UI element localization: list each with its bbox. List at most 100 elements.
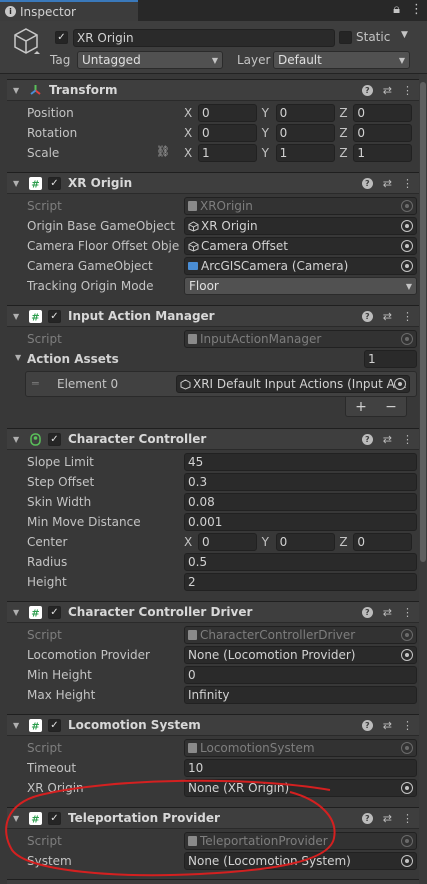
help-icon[interactable]: ? xyxy=(361,719,373,731)
axis-z-label[interactable]: Z xyxy=(339,535,353,549)
rotation-x-field[interactable]: 0 xyxy=(198,124,257,142)
position-z-field[interactable]: 0 xyxy=(353,104,413,122)
lock-icon[interactable]: 🔒︎ xyxy=(393,2,400,17)
rotation-y-field[interactable]: 0 xyxy=(275,124,335,142)
min-move-distance-field[interactable]: 0.001 xyxy=(184,513,417,531)
constrain-proportions-icon[interactable]: ⛓ xyxy=(156,145,170,158)
enabled-checkbox[interactable]: ✓ xyxy=(48,606,61,619)
gameobject-cube-icon[interactable] xyxy=(12,27,40,55)
remove-element-button[interactable]: − xyxy=(385,399,397,415)
preset-icon[interactable]: ⇄ xyxy=(383,606,392,619)
xr-origin-field[interactable]: None (XR Origin) xyxy=(184,779,417,797)
kebab-menu-icon[interactable]: ⋮ xyxy=(402,433,413,446)
rotation-z-field[interactable]: 0 xyxy=(353,124,413,142)
scale-z-field[interactable]: 1 xyxy=(353,144,413,162)
help-icon[interactable]: ? xyxy=(361,177,373,189)
foldout-arrow-icon[interactable]: ▼ xyxy=(15,353,21,362)
add-element-button[interactable]: + xyxy=(355,399,367,415)
transform-header[interactable]: ▼ Transform ? ⇄ ⋮ xyxy=(7,79,419,101)
gameobject-name-field[interactable]: XR Origin xyxy=(73,29,335,47)
scrollbar-thumb[interactable] xyxy=(420,82,426,562)
position-x-field[interactable]: 0 xyxy=(198,104,257,122)
drag-handle-icon[interactable]: ═ xyxy=(32,377,39,390)
active-checkbox[interactable]: ✓ xyxy=(55,31,68,44)
axis-y-label[interactable]: Y xyxy=(262,146,276,160)
scale-x-field[interactable]: 1 xyxy=(198,144,257,162)
axis-x-label[interactable]: X xyxy=(184,126,198,140)
foldout-arrow-icon[interactable]: ▼ xyxy=(13,179,19,188)
enabled-checkbox[interactable]: ✓ xyxy=(48,719,61,732)
object-picker-icon[interactable] xyxy=(401,260,413,272)
kebab-menu-icon[interactable]: ⋮ xyxy=(402,310,413,323)
camera-floor-offset-field[interactable]: Camera Offset xyxy=(184,237,417,255)
kebab-menu-icon[interactable]: ⋮ xyxy=(402,606,413,619)
axis-z-label[interactable]: Z xyxy=(339,106,353,120)
static-checkbox[interactable] xyxy=(339,31,352,44)
timeout-field[interactable]: 10 xyxy=(184,759,417,777)
foldout-arrow-icon[interactable]: ▼ xyxy=(13,721,19,730)
object-picker-icon[interactable] xyxy=(401,649,413,661)
foldout-arrow-icon[interactable]: ▼ xyxy=(13,435,19,444)
axis-z-label[interactable]: Z xyxy=(339,146,353,160)
character-controller-header[interactable]: ▼ ✓ Character Controller ? ⇄ ⋮ xyxy=(7,428,419,450)
system-field[interactable]: None (Locomotion System) xyxy=(184,852,417,870)
kebab-menu-icon[interactable]: ⋮ xyxy=(410,2,423,17)
cc-driver-header[interactable]: ▼ # ✓ Character Controller Driver ? ⇄ ⋮ xyxy=(7,601,419,623)
kebab-menu-icon[interactable]: ⋮ xyxy=(402,177,413,190)
axis-y-label[interactable]: Y xyxy=(262,126,276,140)
scale-y-field[interactable]: 1 xyxy=(275,144,335,162)
preset-icon[interactable]: ⇄ xyxy=(383,310,392,323)
preset-icon[interactable]: ⇄ xyxy=(383,433,392,446)
tracking-origin-dropdown[interactable]: Floor ▼ xyxy=(184,277,417,295)
enabled-checkbox[interactable]: ✓ xyxy=(48,177,61,190)
preset-icon[interactable]: ⇄ xyxy=(383,719,392,732)
preset-icon[interactable]: ⇄ xyxy=(383,812,392,825)
locomotion-system-header[interactable]: ▼ # ✓ Locomotion System ? ⇄ ⋮ xyxy=(7,714,419,736)
action-assets-label[interactable]: Action Assets xyxy=(27,352,179,366)
center-z-field[interactable]: 0 xyxy=(353,533,413,551)
object-picker-icon[interactable] xyxy=(394,378,406,390)
action-assets-size-field[interactable]: 1 xyxy=(364,350,417,368)
kebab-menu-icon[interactable]: ⋮ xyxy=(402,719,413,732)
preset-icon[interactable]: ⇄ xyxy=(383,177,392,190)
center-x-field[interactable]: 0 xyxy=(198,533,257,551)
enabled-checkbox[interactable]: ✓ xyxy=(48,433,61,446)
axis-z-label[interactable]: Z xyxy=(339,126,353,140)
axis-x-label[interactable]: X xyxy=(184,146,198,160)
center-y-field[interactable]: 0 xyxy=(275,533,335,551)
tab-inspector[interactable]: i Inspector xyxy=(0,0,138,21)
camera-gameobject-field[interactable]: ArcGISCamera (Camera) xyxy=(184,257,417,275)
help-icon[interactable]: ? xyxy=(361,84,373,96)
axis-x-label[interactable]: X xyxy=(184,535,198,549)
skin-width-field[interactable]: 0.08 xyxy=(184,493,417,511)
object-picker-icon[interactable] xyxy=(401,855,413,867)
object-picker-icon[interactable] xyxy=(401,220,413,232)
radius-field[interactable]: 0.5 xyxy=(184,553,417,571)
kebab-menu-icon[interactable]: ⋮ xyxy=(402,812,413,825)
layer-dropdown[interactable]: Default ▼ xyxy=(273,51,410,69)
height-field[interactable]: 2 xyxy=(184,573,417,591)
slope-limit-field[interactable]: 45 xyxy=(184,453,417,471)
axis-y-label[interactable]: Y xyxy=(262,535,276,549)
static-dropdown-icon[interactable]: ▼ xyxy=(401,30,408,40)
help-icon[interactable]: ? xyxy=(361,310,373,322)
help-icon[interactable]: ? xyxy=(361,606,373,618)
step-offset-field[interactable]: 0.3 xyxy=(184,473,417,491)
max-height-field[interactable]: Infinity xyxy=(184,686,417,704)
preset-icon[interactable]: ⇄ xyxy=(383,84,392,97)
input-action-manager-header[interactable]: ▼ # ✓ Input Action Manager ? ⇄ ⋮ xyxy=(7,305,419,327)
position-y-field[interactable]: 0 xyxy=(275,104,335,122)
origin-base-field[interactable]: XR Origin xyxy=(184,217,417,235)
tag-dropdown[interactable]: Untagged ▼ xyxy=(77,51,223,69)
element-0-field[interactable]: XRI Default Input Actions (Input Act xyxy=(176,375,410,393)
min-height-field[interactable]: 0 xyxy=(184,666,417,684)
foldout-arrow-icon[interactable]: ▼ xyxy=(13,86,19,95)
foldout-arrow-icon[interactable]: ▼ xyxy=(13,312,19,321)
help-icon[interactable]: ? xyxy=(361,433,373,445)
foldout-arrow-icon[interactable]: ▼ xyxy=(13,608,19,617)
axis-y-label[interactable]: Y xyxy=(262,106,276,120)
axis-x-label[interactable]: X xyxy=(184,106,198,120)
object-picker-icon[interactable] xyxy=(401,782,413,794)
help-icon[interactable]: ? xyxy=(361,812,373,824)
enabled-checkbox[interactable]: ✓ xyxy=(48,310,61,323)
